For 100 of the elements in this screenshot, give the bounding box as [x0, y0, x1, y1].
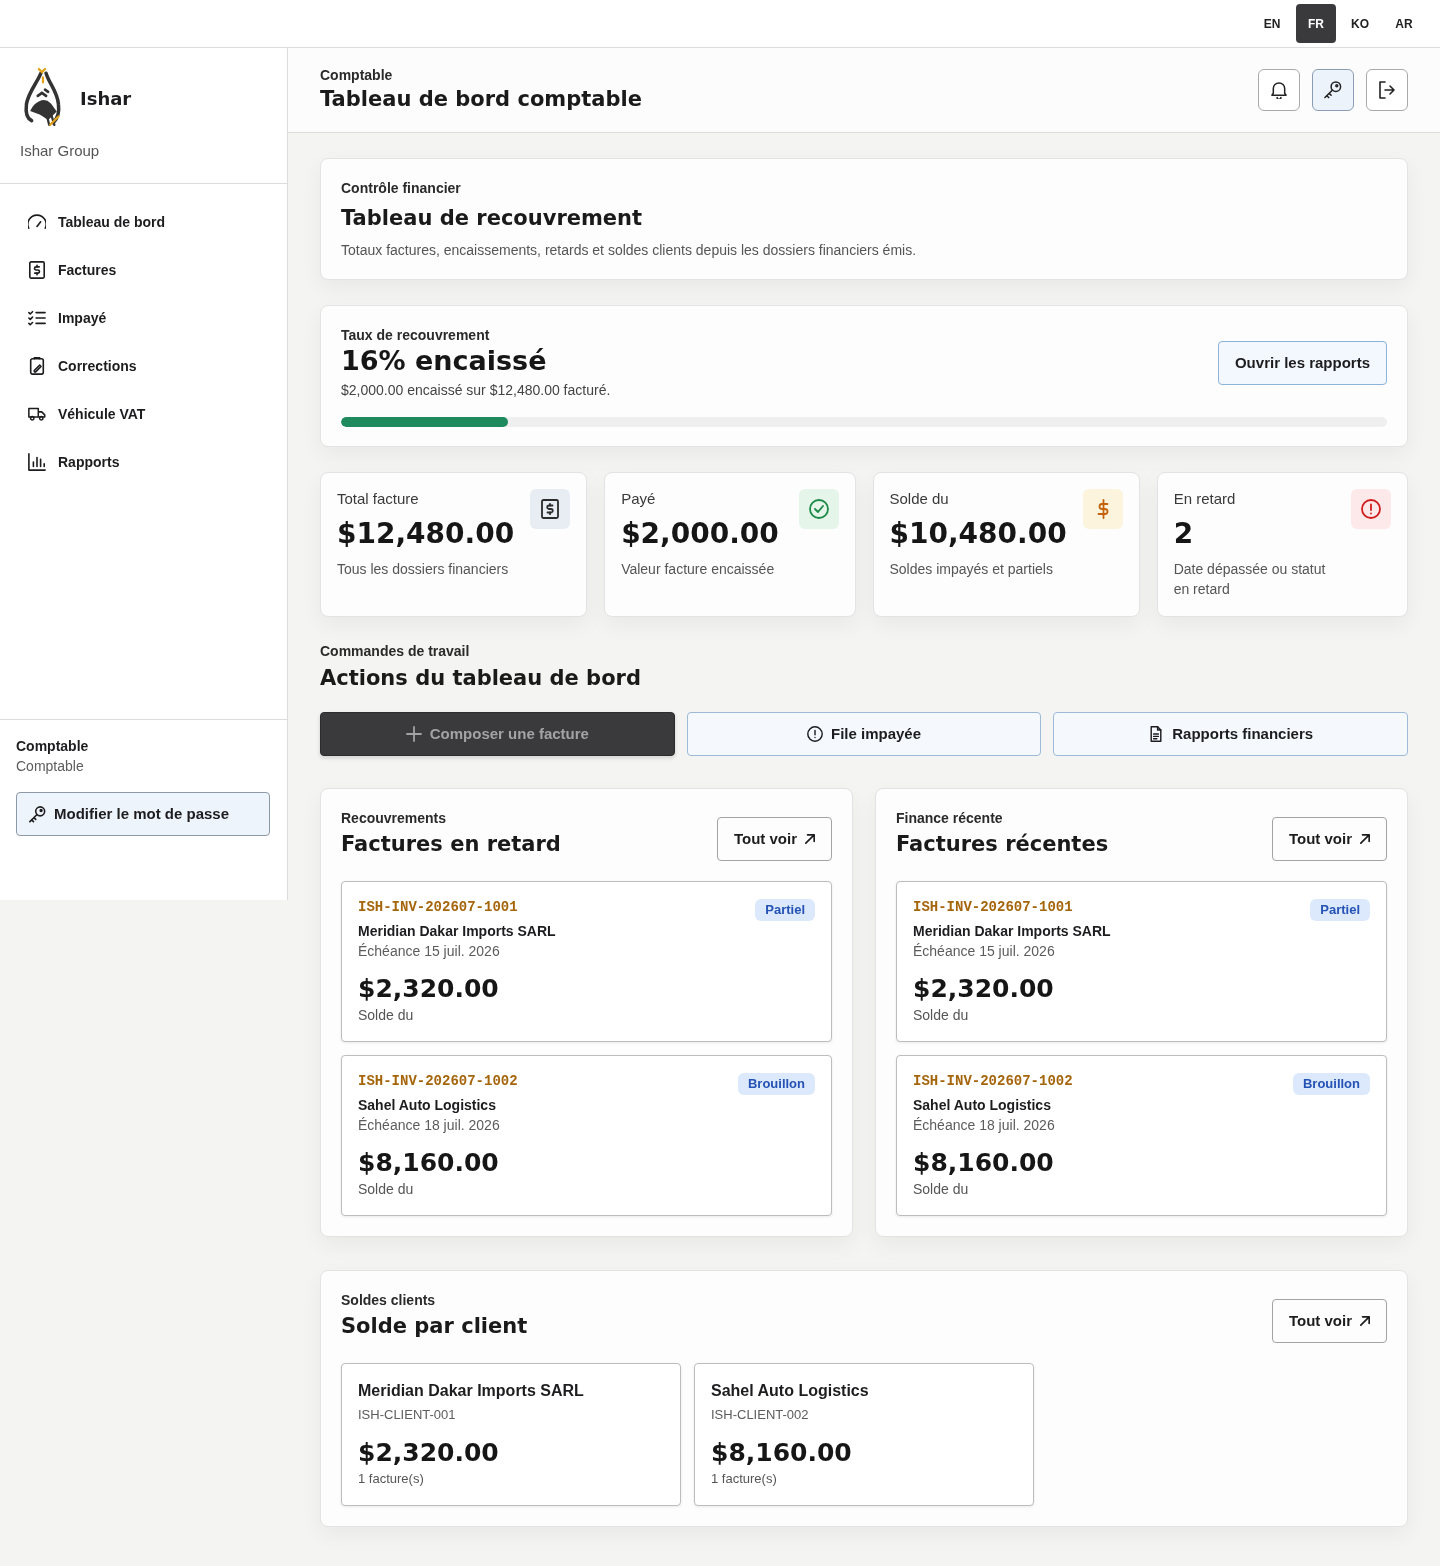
invoice-amount: $2,320.00	[358, 973, 500, 1005]
stat-label: Total facture	[337, 489, 420, 509]
client-code: ISH-CLIENT-001	[358, 1406, 457, 1424]
key-icon	[1324, 81, 1342, 99]
logout-button[interactable]	[1366, 69, 1408, 111]
action-button[interactable]: Rapports financiers	[1053, 712, 1408, 756]
client-balance: $8,160.00	[711, 1437, 853, 1469]
amount-label: Solde du	[358, 1180, 415, 1199]
action-button[interactable]: File impayée	[686, 712, 1042, 756]
truck-icon	[28, 405, 46, 423]
view-all-button[interactable]: Tout voir	[716, 817, 832, 861]
due-date: Échéance 18 juil. 2026	[358, 1116, 501, 1135]
password-button[interactable]	[1312, 69, 1354, 111]
section-description: Totaux factures, encaissements, retards et soldes clients depuis les dossiers financiers émis.	[341, 241, 918, 260]
section-label: Commandes de travail	[320, 642, 471, 660]
invoice-amount: $2,320.00	[913, 973, 1055, 1005]
due-date: Échéance 15 juil. 2026	[913, 942, 1056, 961]
status-badge: Brouillon	[737, 1073, 815, 1095]
arrow-up-right-icon	[1360, 1316, 1370, 1326]
nav-item[interactable]: Impayé	[12, 294, 275, 342]
section-label: Contrôle financier	[341, 179, 462, 197]
client-balance: $2,320.00	[358, 1437, 500, 1469]
open-reports-button[interactable]: Ouvrir les rapports	[1217, 341, 1387, 385]
receipt-icon	[530, 489, 571, 529]
invoice-count: 1 facture(s)	[711, 1470, 778, 1488]
exit-arrow-icon	[1378, 81, 1396, 99]
language-tab[interactable]: AR	[1384, 4, 1424, 43]
language-tab[interactable]: FR	[1296, 4, 1336, 43]
invoice-number: ISH-INV-202607-1001	[913, 898, 1073, 917]
dollar-icon	[1082, 489, 1123, 529]
client-name: Sahel Auto Logistics	[913, 1096, 1052, 1115]
stat-note: Tous les dossiers financiers	[337, 560, 510, 579]
brand-subtitle: Ishar Group	[20, 141, 100, 161]
section-label: Taux de recouvrement	[341, 326, 491, 344]
nav-item[interactable]: Rapports	[12, 438, 275, 486]
alert-circle-icon	[806, 726, 823, 742]
language-tab[interactable]: KO	[1340, 4, 1380, 43]
role-label: Comptable	[320, 66, 394, 84]
section-label: Recouvrements	[341, 809, 448, 827]
stat-label: Payé	[621, 489, 657, 509]
due-date: Échéance 15 juil. 2026	[358, 942, 501, 961]
action-button[interactable]: Composer une facture	[320, 712, 675, 756]
section-title: Factures récentes	[896, 831, 1109, 858]
stat-value: 2	[1173, 517, 1195, 551]
status-badge: Brouillon	[1292, 1073, 1370, 1095]
view-all-button[interactable]: Tout voir	[1271, 1299, 1387, 1343]
client-name: Sahel Auto Logistics	[358, 1096, 497, 1115]
amount-label: Solde du	[358, 1006, 415, 1025]
user-name: Comptable	[16, 737, 90, 756]
checklist-icon	[28, 309, 46, 327]
plus-icon	[405, 726, 422, 742]
change-password-button[interactable]: Modifier le mot de passe	[16, 792, 270, 836]
invoice-amount: $8,160.00	[913, 1147, 1055, 1179]
amount-label: Solde du	[913, 1006, 970, 1025]
stat-value: $2,000.00	[621, 517, 780, 551]
invoice-number: ISH-INV-202607-1001	[358, 898, 518, 917]
stat-value: $10,480.00	[889, 517, 1067, 551]
client-name: Meridian Dakar Imports SARL	[358, 1381, 585, 1401]
status-badge: Partiel	[1310, 899, 1370, 921]
section-title: Solde par client	[341, 1313, 528, 1340]
key-icon	[29, 805, 46, 823]
client-code: ISH-CLIENT-002	[711, 1406, 810, 1424]
section-label: Soldes clients	[341, 1291, 437, 1309]
nav-item[interactable]: Factures	[12, 246, 275, 294]
bell-icon	[1270, 81, 1288, 99]
gauge-icon	[28, 213, 46, 231]
invoice-amount: $8,160.00	[358, 1147, 500, 1179]
document-icon	[1148, 726, 1165, 742]
nav-item[interactable]: Corrections	[12, 342, 275, 390]
stat-label: En retard	[1173, 489, 1237, 509]
page-title: Tableau de bord comptable	[320, 86, 642, 113]
language-tab[interactable]: EN	[1252, 4, 1292, 43]
nav-item[interactable]: Tableau de bord	[12, 198, 275, 246]
amount-label: Solde du	[913, 1180, 970, 1199]
due-date: Échéance 18 juil. 2026	[913, 1116, 1056, 1135]
brand-name: Ishar	[80, 87, 132, 111]
collection-rate: 16% encaissé	[341, 344, 548, 378]
stat-note: Date dépassée ou statut en retard	[1173, 560, 1327, 599]
invoice-count: 1 facture(s)	[358, 1470, 425, 1488]
invoice-number: ISH-INV-202607-1002	[358, 1072, 518, 1091]
section-title: Actions du tableau de bord	[320, 665, 642, 692]
stat-note: Soldes impayés et partiels	[889, 560, 1054, 579]
notifications-button[interactable]	[1258, 69, 1300, 111]
receipt-icon	[28, 261, 46, 279]
arrow-up-right-icon	[805, 834, 815, 844]
arrow-up-right-icon	[1360, 834, 1370, 844]
client-name: Meridian Dakar Imports SARL	[358, 922, 557, 941]
section-label: Finance récente	[896, 809, 1004, 827]
collection-summary: $2,000.00 encaissé sur $12,480.00 facturé.	[341, 381, 611, 400]
clipboard-icon	[28, 357, 46, 375]
client-name: Sahel Auto Logistics	[711, 1381, 870, 1401]
stat-value: $12,480.00	[337, 517, 515, 551]
user-role: Comptable	[16, 757, 85, 776]
client-name: Meridian Dakar Imports SARL	[913, 922, 1112, 941]
nav-item[interactable]: Véhicule VAT	[12, 390, 275, 438]
view-all-button[interactable]: Tout voir	[1271, 817, 1387, 861]
bar-chart-icon	[28, 453, 46, 471]
status-badge: Partiel	[755, 899, 815, 921]
section-title: Factures en retard	[341, 831, 561, 858]
stat-note: Valeur facture encaissée	[621, 560, 776, 579]
